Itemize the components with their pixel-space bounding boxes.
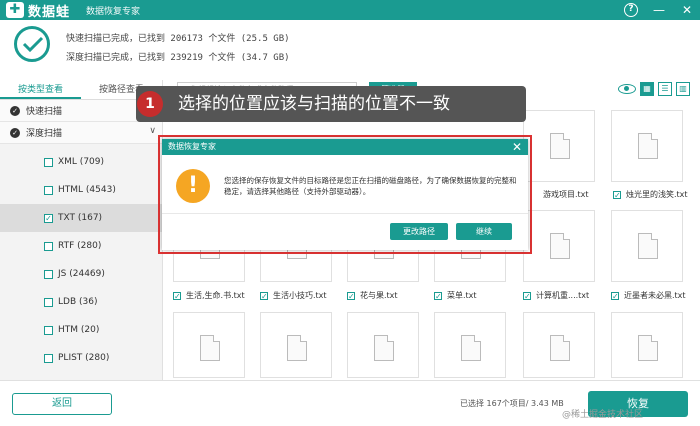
check-icon: ✓ bbox=[10, 127, 20, 138]
column-view-icon[interactable]: ▥ bbox=[676, 82, 690, 96]
checkbox[interactable]: ✓ bbox=[434, 291, 442, 300]
checkbox[interactable] bbox=[44, 157, 53, 167]
document-icon bbox=[638, 335, 658, 361]
file-thumbnail[interactable] bbox=[347, 312, 419, 378]
watermark: @稀土掘金技术社区 bbox=[562, 410, 644, 420]
checkbox[interactable]: ✓ bbox=[613, 190, 621, 199]
checkbox[interactable]: ✓ bbox=[44, 213, 53, 223]
file-type-item[interactable]: JS (24469) bbox=[0, 260, 162, 288]
checkbox[interactable]: ✓ bbox=[347, 291, 355, 300]
scan-complete-check-icon bbox=[14, 26, 50, 62]
file-label: 游戏项目.txt bbox=[543, 190, 589, 199]
dialog-title: 数据恢复专家 bbox=[168, 142, 216, 151]
tab-by-type[interactable]: 按类型查看 bbox=[0, 80, 81, 99]
list-view-icon[interactable]: ☰ bbox=[658, 82, 672, 96]
file-label: ✓ 花与果.txt bbox=[347, 291, 398, 301]
document-icon bbox=[374, 335, 394, 361]
file-type-label: TXT (167) bbox=[58, 213, 103, 223]
file-thumbnail[interactable] bbox=[523, 210, 595, 282]
file-label: ✓ 生活,生命.书.txt bbox=[173, 291, 245, 301]
file-thumbnail[interactable] bbox=[523, 110, 595, 182]
checkbox[interactable]: ✓ bbox=[173, 291, 181, 300]
quick-scan-status: 快速扫描已完成，已找到 206173 个文件 (25.5 GB) bbox=[66, 34, 290, 44]
checkbox[interactable] bbox=[44, 325, 53, 335]
checkbox[interactable] bbox=[44, 185, 53, 195]
file-thumbnail[interactable] bbox=[611, 312, 683, 378]
app-subtitle: 数据恢复专家 bbox=[86, 6, 141, 17]
file-thumbnail[interactable] bbox=[173, 312, 245, 378]
annotation-callout: 选择的位置应该与扫描的位置不一致 bbox=[136, 86, 526, 122]
bottom-bar: 返回 已选择 167个项目/ 3.43 MB 恢复 @稀土掘金技术社区 bbox=[0, 380, 700, 426]
file-thumbnail[interactable] bbox=[523, 312, 595, 378]
checkbox[interactable] bbox=[44, 241, 53, 251]
checkbox[interactable] bbox=[44, 353, 53, 363]
eye-icon[interactable] bbox=[618, 84, 636, 94]
file-type-label: HTML (4543) bbox=[58, 185, 116, 195]
document-icon bbox=[550, 233, 570, 259]
dialog-divider bbox=[162, 213, 528, 214]
checkbox[interactable]: ✓ bbox=[611, 291, 619, 300]
warning-icon: ! bbox=[176, 169, 210, 203]
checkbox[interactable] bbox=[44, 269, 53, 279]
file-type-item[interactable]: LDB (36) bbox=[0, 288, 162, 316]
file-label: ✓ 生活小技巧.txt bbox=[260, 291, 327, 301]
document-icon bbox=[638, 233, 658, 259]
file-thumbnail[interactable] bbox=[260, 312, 332, 378]
file-thumbnail[interactable] bbox=[611, 210, 683, 282]
file-label: ✓ 计算机重....txt bbox=[523, 291, 590, 301]
dialog-close-icon[interactable]: ✕ bbox=[512, 139, 522, 155]
back-button[interactable]: 返回 bbox=[12, 393, 112, 415]
checkbox[interactable]: ✓ bbox=[260, 291, 268, 300]
logo-plus-icon: ✚ bbox=[6, 2, 24, 18]
dialog-title-bar: 数据恢复专家 ✕ bbox=[162, 139, 528, 155]
dialog-message: 您选择的保存恢复文件的目标路径是您正在扫描的磁盘路径，为了确保数据恢复的完整和稳… bbox=[224, 176, 517, 196]
title-bar: ✚ 数据蛙 数据恢复专家 ? — ✕ bbox=[0, 0, 700, 20]
file-type-item[interactable]: HTM (20) bbox=[0, 316, 162, 344]
file-type-list: XML (709) HTML (4543) ✓ TXT (167) RTF (28… bbox=[0, 144, 162, 372]
document-icon bbox=[550, 335, 570, 361]
left-panel: 按类型查看 按路径查看 ✓ 快速扫描 ✓ 深度扫描 ∨ XML (709) HT… bbox=[0, 80, 162, 380]
file-type-item[interactable]: ✓ TXT (167) bbox=[0, 204, 162, 232]
file-type-label: HTM (20) bbox=[58, 325, 100, 335]
annotation-number-badge: 1 bbox=[137, 91, 163, 117]
file-thumbnail[interactable] bbox=[611, 110, 683, 182]
grid-view-icon[interactable]: ▦ bbox=[640, 82, 654, 96]
file-label: ✓ 近墨者未必黑.txt bbox=[611, 291, 686, 301]
quick-scan-label: 快速扫描 bbox=[26, 107, 63, 117]
help-icon[interactable]: ? bbox=[624, 3, 638, 17]
file-type-label: JS (24469) bbox=[58, 269, 105, 279]
document-icon bbox=[638, 133, 658, 159]
continue-button[interactable]: 继续 bbox=[456, 223, 512, 240]
deep-scan-label: 深度扫描 bbox=[26, 129, 63, 139]
file-type-item[interactable]: XML (709) bbox=[0, 148, 162, 176]
minimize-button[interactable]: — bbox=[652, 3, 666, 17]
file-type-item[interactable]: HTML (4543) bbox=[0, 176, 162, 204]
checkbox[interactable] bbox=[44, 297, 53, 307]
document-icon bbox=[200, 335, 220, 361]
close-button[interactable]: ✕ bbox=[680, 3, 694, 17]
document-icon bbox=[550, 133, 570, 159]
file-type-label: PLIST (280) bbox=[58, 353, 110, 363]
file-type-label: XML (709) bbox=[58, 157, 105, 167]
file-type-label: LDB (36) bbox=[58, 297, 98, 307]
document-icon bbox=[287, 335, 307, 361]
check-icon: ✓ bbox=[10, 105, 20, 116]
deep-scan-status: 深度扫描已完成，已找到 239219 个文件 (34.7 GB) bbox=[66, 53, 290, 63]
file-type-item[interactable]: RTF (280) bbox=[0, 232, 162, 260]
scan-status: 快速扫描已完成，已找到 206173 个文件 (25.5 GB) 深度扫描已完成… bbox=[0, 20, 700, 74]
change-path-button[interactable]: 更改路径 bbox=[390, 223, 448, 240]
file-thumbnail[interactable] bbox=[434, 312, 506, 378]
app-name: 数据蛙 bbox=[28, 4, 71, 20]
deep-scan-row[interactable]: ✓ 深度扫描 ∨ bbox=[0, 122, 162, 144]
file-label: ✓ 烛光里的浅笑.txt bbox=[613, 190, 688, 200]
file-type-label: RTF (280) bbox=[58, 241, 102, 251]
checkbox[interactable]: ✓ bbox=[523, 291, 531, 300]
document-icon bbox=[461, 335, 481, 361]
file-type-item[interactable]: PLIST (280) bbox=[0, 344, 162, 372]
app-logo: ✚ 数据蛙 bbox=[0, 1, 70, 20]
selection-info: 已选择 167个项目/ 3.43 MB bbox=[460, 399, 564, 408]
file-label: ✓ 菜单.txt bbox=[434, 291, 477, 301]
chevron-down-icon[interactable]: ∨ bbox=[149, 126, 156, 136]
warning-dialog: 数据恢复专家 ✕ ! 您选择的保存恢复文件的目标路径是您正在扫描的磁盘路径，为了… bbox=[162, 139, 528, 250]
